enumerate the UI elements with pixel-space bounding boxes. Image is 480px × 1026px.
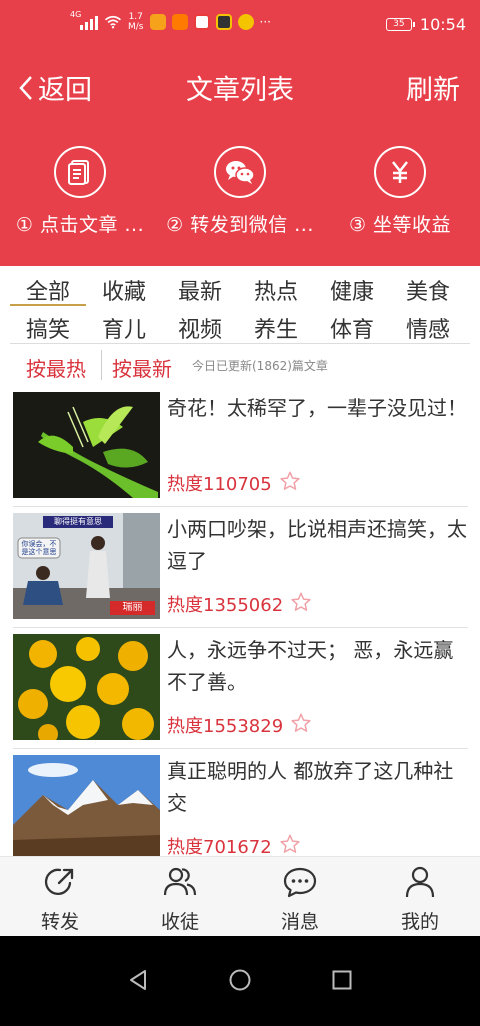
article-heat: 热度1553829 [167, 716, 284, 737]
divider [101, 350, 102, 380]
sort-by-new-button[interactable]: 按最新 [112, 353, 172, 382]
nav-label: 收徒 [160, 911, 199, 933]
clock: 10:54 [419, 15, 466, 34]
yen-icon [374, 146, 426, 198]
article-item[interactable]: 奇花！太稀罕了，一辈子没见过！ 热度110705 [13, 386, 468, 507]
nav-label: 消息 [280, 911, 319, 933]
star-icon[interactable] [290, 712, 312, 734]
nav-messages[interactable]: 消息 [240, 865, 360, 934]
home-circle-icon[interactable] [228, 968, 252, 992]
nav-label: 转发 [40, 911, 79, 933]
battery-icon: 35 [385, 18, 415, 31]
refresh-button[interactable]: 刷新 [406, 68, 460, 107]
nav-profile[interactable]: 我的 [360, 865, 480, 934]
nav-share[interactable]: 转发 [0, 865, 120, 934]
tab-latest[interactable]: 最新 [162, 274, 238, 306]
signal-bars-icon [80, 14, 98, 30]
notification-app-icon [149, 14, 166, 30]
network-speed: 1.7 M/s [128, 12, 144, 32]
article-list: 奇花！太稀罕了，一辈子没见过！ 热度110705 聊得挺有意思 你误会，不是这个… [0, 386, 480, 856]
tab-sports[interactable]: 体育 [314, 312, 390, 344]
couple-comedy-thumbnail: 聊得挺有意思 你误会，不是这个意思 瑞丽 [13, 513, 160, 619]
nav-label: 我的 [400, 911, 439, 933]
step-click-article[interactable]: ① 点击文章 ... [0, 146, 160, 237]
step-earn[interactable]: ③ 坐等收益 [320, 146, 480, 237]
app-header: 返回 文章列表 刷新 [0, 46, 480, 122]
system-navigation-bar [0, 936, 480, 1026]
signal-indicator: 4G [70, 10, 98, 30]
tab-favorites[interactable]: 收藏 [86, 274, 162, 306]
more-notifications-icon: ··· [259, 15, 271, 29]
yellow-marigold-thumbnail [13, 634, 160, 740]
status-left: 4G 1.7 M/s ··· [70, 10, 271, 32]
share-icon [44, 868, 74, 895]
notification-app-icon [215, 14, 232, 30]
step-label: ② 转发到微信 ... [166, 214, 314, 236]
document-icon [54, 146, 106, 198]
tab-food[interactable]: 美食 [390, 274, 466, 306]
article-title[interactable]: 小两口吵架，比说相声还搞笑，太逗了 [167, 513, 467, 577]
thumbnail-logo-text: 瑞丽 [122, 602, 143, 613]
notification-app-icon [237, 14, 254, 30]
status-bar: 4G 1.7 M/s ··· 35 10:54 [0, 0, 480, 46]
article-title[interactable]: 人，永远争不过天； 恶，永远赢不了善。 [167, 634, 467, 698]
network-type: 4G [70, 10, 82, 19]
notification-app-icon [171, 14, 188, 30]
green-flower-thumbnail [13, 392, 160, 498]
article-title[interactable]: 奇花！太稀罕了，一辈子没见过！ [167, 392, 467, 424]
status-right: 35 10:54 [385, 15, 466, 34]
star-icon[interactable] [279, 833, 301, 855]
snowy-mountain-thumbnail [13, 755, 160, 856]
wechat-icon [214, 146, 266, 198]
speed-value: 1.7 [128, 12, 143, 22]
step-label: ③ 坐等收益 [348, 214, 452, 236]
article-heat: 热度110705 [167, 474, 272, 495]
tab-parenting[interactable]: 育儿 [86, 312, 162, 344]
step-label: ① 点击文章 ... [15, 214, 145, 236]
notification-app-icon [193, 14, 210, 30]
article-title[interactable]: 真正聪明的人 都放弃了这几种社交 [167, 755, 467, 819]
back-triangle-icon[interactable] [126, 968, 150, 992]
article-item[interactable]: 人，永远争不过天； 恶，永远赢不了善。 热度1553829 [13, 628, 468, 749]
battery-level: 35 [393, 19, 405, 29]
message-icon [283, 867, 317, 898]
thumbnail-bubble-text: 你误会，不是这个意思 [21, 540, 57, 556]
active-tab-indicator [10, 304, 86, 306]
article-item[interactable]: 真正聪明的人 都放弃了这几种社交 热度701672 [13, 749, 468, 856]
recent-apps-square-icon[interactable] [330, 968, 354, 992]
tab-health[interactable]: 健康 [314, 274, 390, 306]
sort-bar: 按最热 按最新 今日已更新(1862)篇文章 [0, 344, 480, 386]
speed-unit: M/s [128, 22, 144, 32]
thumbnail-banner-text: 聊得挺有意思 [54, 517, 102, 526]
tab-video[interactable]: 视频 [162, 312, 238, 344]
star-icon[interactable] [279, 470, 301, 492]
update-count-text: 今日已更新(1862)篇文章 [192, 359, 328, 373]
user-icon [405, 866, 435, 898]
steps-banner: ① 点击文章 ... ② 转发到微信 ... ③ 坐等收益 [0, 122, 480, 266]
tab-wellness[interactable]: 养生 [238, 312, 314, 344]
star-icon[interactable] [290, 591, 312, 613]
tab-funny[interactable]: 搞笑 [10, 312, 86, 344]
nav-apprentice[interactable]: 收徒 [120, 865, 240, 934]
step-share-wechat[interactable]: ② 转发到微信 ... [160, 146, 320, 237]
tab-emotion[interactable]: 情感 [390, 312, 466, 344]
wifi-icon [104, 15, 122, 29]
users-icon [163, 867, 197, 896]
sort-by-hot-button[interactable]: 按最热 [26, 353, 86, 382]
article-heat: 热度701672 [167, 837, 272, 856]
tab-all[interactable]: 全部 [10, 274, 86, 306]
tab-hot[interactable]: 热点 [238, 274, 314, 306]
article-item[interactable]: 聊得挺有意思 你误会，不是这个意思 瑞丽 小两口吵架，比说相声还搞笑，太逗了 热… [13, 507, 468, 628]
article-heat: 热度1355062 [167, 595, 284, 616]
bottom-navigation: 转发 收徒 消息 我的 [0, 856, 480, 936]
